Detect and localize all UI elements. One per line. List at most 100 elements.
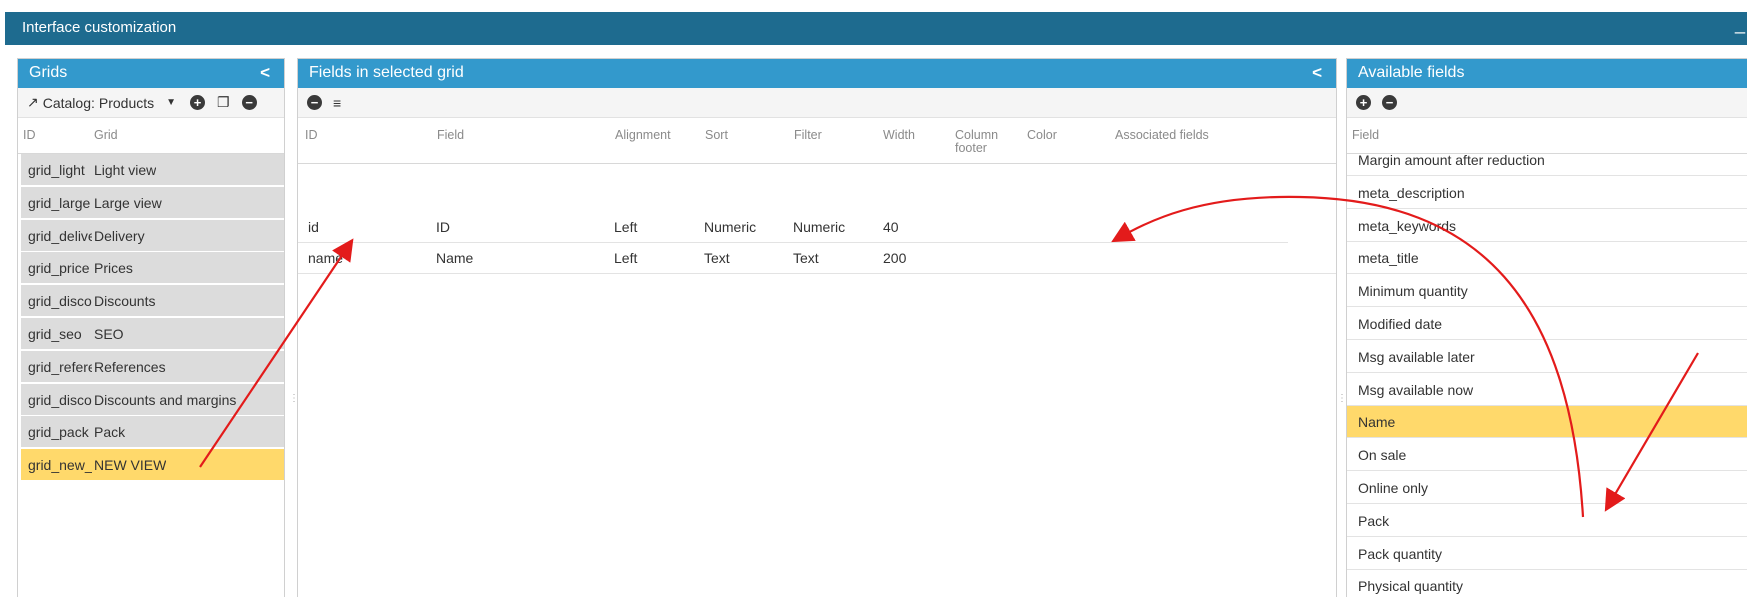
available-fields-title: Available fields [1358, 64, 1465, 81]
grids-toolbar: ↗ Catalog: Products ▼ + ❐ − [18, 88, 284, 118]
grid-id-cell: grid_light [28, 162, 85, 178]
grid-id-cell: grid_price [28, 260, 90, 277]
col-header-grid[interactable]: Grid [94, 128, 118, 142]
grid-name-cell: Discounts and margins [94, 391, 237, 408]
available-field-row[interactable]: Pack quantity [1347, 538, 1747, 570]
col-header-column-footer-line2[interactable]: footer [955, 141, 987, 155]
grid-row[interactable]: grid_discouDiscounts [21, 285, 284, 318]
grid-row[interactable]: grid_delive Delivery [21, 219, 284, 252]
grid-id-cell: grid_pack [28, 424, 89, 441]
grid-id-cell: grid_refere [28, 358, 92, 375]
col-header-alignment[interactable]: Alignment [615, 128, 671, 142]
grid-row[interactable]: grid_pack Pack [21, 416, 284, 449]
fields-panel-title: Fields in selected grid [309, 64, 464, 81]
interface-customization-window: Interface customization _ Grids < ↗ Cata… [0, 0, 1747, 597]
collapse-grids-button[interactable]: < [260, 63, 270, 83]
col-header-associated-fields[interactable]: Associated fields [1115, 128, 1209, 142]
grid-id-cell: grid_large [28, 194, 91, 211]
available-field-label: meta_keywords [1358, 217, 1457, 234]
grids-table-header: ID Grid [18, 118, 284, 154]
field-row[interactable]: name Name Left Text Text 200 [298, 242, 1336, 274]
grid-name-cell: Light view [94, 162, 157, 178]
field-alignment-cell: Left [614, 219, 638, 235]
grid-row[interactable]: grid_refere References [21, 350, 284, 383]
add-grid-icon[interactable]: + [190, 95, 206, 110]
collapse-fields-button[interactable]: < [1312, 63, 1322, 83]
available-field-label: Pack [1358, 512, 1390, 529]
field-row[interactable]: id ID Left Numeric Numeric 40 [298, 211, 1288, 243]
available-field-row[interactable]: Modified date [1347, 308, 1747, 340]
field-filter-cell: Text [793, 250, 819, 266]
available-field-row[interactable]: meta_title [1347, 242, 1747, 275]
col-header-id[interactable]: ID [305, 128, 318, 142]
available-field-row[interactable]: Physical quantity [1347, 570, 1747, 597]
col-header-column-footer-line1[interactable]: Column [955, 128, 998, 142]
available-field-label: Online only [1358, 480, 1429, 496]
grid-name-cell: Discounts [94, 293, 156, 310]
available-field-label: Name [1358, 414, 1396, 431]
ordered-list-icon[interactable]: ≡ [333, 95, 341, 111]
catalog-label: Catalog: [42, 94, 95, 111]
field-width-cell: 200 [883, 250, 907, 266]
field-name-cell: Name [436, 250, 474, 266]
remove-grid-icon[interactable]: − [241, 95, 257, 110]
col-header-field[interactable]: Field [1352, 128, 1379, 142]
grid-name-cell: Delivery [94, 227, 145, 244]
available-fields-panel: Available fields + − Field Margin amount… [1346, 58, 1747, 597]
grids-panel: Grids < ↗ Catalog: Products ▼ + ❐ − ID G… [17, 58, 285, 597]
grids-panel-header: Grids < [18, 59, 284, 88]
col-header-width[interactable]: Width [883, 128, 915, 142]
available-field-row[interactable]: meta_keywords [1347, 210, 1747, 242]
available-field-label: On sale [1358, 447, 1407, 464]
remove-field-icon[interactable]: − [307, 95, 322, 110]
minimize-button[interactable]: _ [1735, 14, 1745, 35]
grid-name-cell: Large view [94, 194, 162, 211]
col-header-id[interactable]: ID [23, 128, 36, 142]
chevron-down-icon[interactable]: ▼ [166, 97, 176, 108]
catalog-select[interactable]: Products [99, 95, 154, 111]
field-width-cell: 40 [883, 219, 899, 235]
available-field-row[interactable]: Margin amount after reduction [1347, 144, 1747, 176]
grid-row[interactable]: grid_seo SEO [21, 318, 284, 350]
available-field-label: Physical quantity [1358, 578, 1464, 595]
grid-id-cell: grid_discou [28, 293, 92, 310]
available-field-row[interactable]: meta_description [1347, 177, 1747, 209]
available-field-row[interactable]: Pack [1347, 505, 1747, 537]
splitter-handle[interactable]: ⋮ [289, 393, 299, 407]
available-field-label: Modified date [1358, 316, 1443, 332]
copy-grid-icon[interactable]: ❐ [217, 94, 230, 111]
grid-name-cell: Pack [94, 424, 126, 441]
available-fields-toolbar: + − [1347, 88, 1747, 118]
grid-row[interactable]: grid_large Large view [21, 186, 284, 219]
col-header-filter[interactable]: Filter [794, 128, 822, 142]
fields-panel: Fields in selected grid < − ≡ ID Field A… [297, 58, 1337, 597]
grid-id-cell: grid_discou [28, 391, 92, 408]
available-field-row[interactable]: Online only [1347, 472, 1747, 504]
fields-panel-header: Fields in selected grid < [298, 59, 1336, 88]
remove-available-field-icon[interactable]: − [1382, 95, 1397, 110]
col-header-color[interactable]: Color [1027, 128, 1057, 142]
grid-row[interactable]: grid_discouDiscounts and margins [21, 383, 284, 416]
external-link-icon[interactable]: ↗ [27, 94, 39, 111]
available-field-label: Pack quantity [1358, 545, 1443, 562]
available-field-label: meta_title [1358, 250, 1419, 267]
grid-id-cell: grid_seo [28, 326, 82, 342]
col-header-field[interactable]: Field [437, 128, 464, 142]
available-field-row[interactable]: On sale [1347, 439, 1747, 472]
available-field-label: Msg available now [1358, 381, 1474, 398]
field-sort-cell: Numeric [704, 219, 757, 235]
fields-table-header: ID Field Alignment Sort Filter Width Col… [298, 118, 1336, 164]
grid-row[interactable]: grid_light Light view [21, 154, 284, 186]
fields-toolbar: − ≡ [298, 88, 1336, 118]
available-field-row[interactable]: Minimum quantity [1347, 275, 1747, 308]
grid-row[interactable]: grid_price Prices [21, 252, 284, 285]
available-field-row[interactable]: Msg available now [1347, 374, 1747, 406]
col-header-sort[interactable]: Sort [705, 128, 728, 142]
grid-id-cell: grid_delive [28, 227, 92, 244]
field-id-cell: name [308, 250, 344, 266]
add-field-icon[interactable]: + [1356, 95, 1371, 110]
available-field-row-selected[interactable]: Name [1347, 406, 1747, 439]
available-field-row[interactable]: Msg available later [1347, 341, 1747, 373]
splitter-handle[interactable]: ⋮ [1337, 393, 1347, 407]
grid-row-selected[interactable]: grid_new_vNEW VIEW [21, 449, 284, 482]
